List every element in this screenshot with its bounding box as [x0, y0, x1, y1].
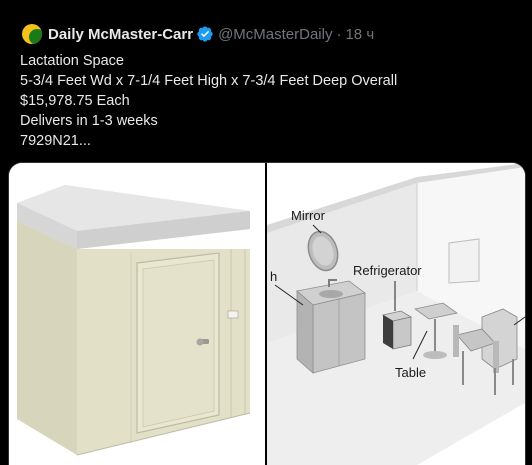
timestamp[interactable]: 18 ч	[345, 26, 374, 43]
tweet-text: Lactation Space 5-3/4 Feet Wd x 7-1/4 Fe…	[20, 51, 520, 151]
media-image-exterior[interactable]	[9, 163, 265, 465]
verified-badge-icon	[196, 25, 214, 43]
tweet-line-title: Lactation Space	[20, 53, 124, 69]
diagram-label-mirror: Mirror	[291, 208, 326, 223]
tweet-media[interactable]: Mirror Refrigerator Table h	[8, 162, 526, 465]
media-image-interior[interactable]: Mirror Refrigerator Table h	[267, 163, 525, 465]
tweet[interactable]: Daily McMaster-Carr @McMasterDaily · 18 …	[0, 0, 532, 465]
tweet-line-dimensions: 5-3/4 Feet Wd x 7-1/4 Feet High x 7-3/4 …	[20, 73, 398, 89]
avatar[interactable]	[22, 24, 42, 44]
mcmaster-logo	[29, 29, 42, 44]
separator-dot: ·	[336, 25, 342, 43]
diagram-label-refrigerator: Refrigerator	[353, 263, 422, 278]
tweet-line-delivery: Delivers in 1-3 weeks	[20, 113, 158, 129]
user-handle[interactable]: @McMasterDaily	[218, 26, 332, 43]
diagram-label-table: Table	[395, 365, 426, 380]
tweet-line-part-number[interactable]: 7929N21...	[20, 131, 520, 151]
lactation-booth-interior-diagram: Mirror Refrigerator Table h	[267, 163, 525, 465]
tweet-line-price: $15,978.75 Each	[20, 93, 130, 109]
diagram-label-partial: h	[270, 269, 277, 284]
lactation-booth-exterior	[17, 185, 251, 456]
display-name[interactable]: Daily McMaster-Carr	[48, 26, 193, 43]
tweet-header: Daily McMaster-Carr @McMasterDaily · 18 …	[48, 24, 374, 44]
